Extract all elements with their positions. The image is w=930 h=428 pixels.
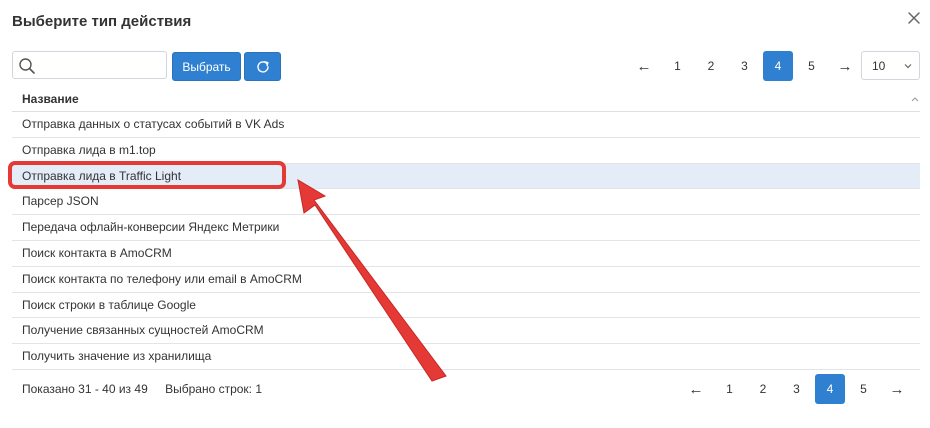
table-row[interactable]: Поиск контакта в AmoCRM [12, 241, 920, 267]
row-label: Передача офлайн-конверсии Яндекс Метрики [22, 220, 280, 235]
row-label: Отправка данных о статусах событий в VK … [22, 117, 285, 131]
row-label: Поиск контакта по телефону или email в A… [22, 271, 302, 286]
refresh-button[interactable] [244, 52, 281, 81]
table-row[interactable]: Поиск контакта по телефону или email в A… [12, 267, 920, 293]
search-field[interactable] [12, 51, 167, 79]
page-button-4[interactable]: 4 [763, 51, 793, 81]
row-label: Поиск контакта в AmoCRM [22, 245, 172, 260]
row-label: Получить значение из хранилища [22, 349, 212, 364]
page-size-select[interactable]: 10 [861, 51, 920, 80]
row-label: Поиск строки в таблице Google [22, 297, 196, 312]
table-body: Отправка данных о статусах событий в VK … [12, 112, 920, 370]
row-label: Получение связанных сущностей AmoCRM [22, 323, 264, 338]
table-row[interactable]: Парсер JSON [12, 189, 920, 216]
next-page-button[interactable]: → [882, 374, 912, 404]
page-button-2[interactable]: 2 [696, 51, 726, 81]
table-row[interactable]: Получить значение из хранилища [12, 344, 920, 370]
close-icon[interactable] [904, 8, 924, 28]
shown-count: Показано 31 - 40 из 49 [22, 382, 148, 396]
column-header-name: Название [22, 92, 79, 106]
table-row[interactable]: Передача офлайн-конверсии Яндекс Метрики [12, 215, 920, 241]
table-row[interactable]: Отправка данных о статусах событий в VK … [12, 112, 920, 138]
table-row[interactable]: Получение связанных сущностей AmoCRM [12, 318, 920, 345]
row-label: Отправка лида в Traffic Light [22, 168, 182, 183]
page-button-3[interactable]: 3 [730, 51, 760, 81]
table-header[interactable]: Название [12, 85, 920, 112]
pagination-bottom: ← 1 2 3 4 5 → [681, 374, 916, 404]
chevron-down-icon [904, 64, 912, 69]
page-button-5[interactable]: 5 [797, 51, 827, 81]
table-row[interactable]: Отправка лида в m1.top [12, 138, 920, 164]
page-button-5[interactable]: 5 [849, 374, 879, 404]
refresh-icon [256, 60, 269, 73]
search-input[interactable] [41, 55, 161, 75]
pagination-top: ← 1 2 3 4 5 → [629, 51, 864, 81]
select-button[interactable]: Выбрать [172, 52, 241, 81]
row-label: Парсер JSON [22, 194, 99, 209]
row-label: Отправка лида в m1.top [22, 142, 156, 157]
search-icon [19, 58, 35, 74]
next-page-button[interactable]: → [830, 51, 860, 81]
selected-count: Выбрано строк: 1 [165, 382, 263, 396]
page-button-2[interactable]: 2 [748, 374, 778, 404]
prev-page-button[interactable]: ← [629, 51, 659, 81]
page-size-value: 10 [872, 58, 886, 73]
prev-page-button[interactable]: ← [681, 374, 711, 404]
footer-info: Показано 31 - 40 из 49 Выбрано строк: 1 [22, 382, 262, 396]
table-row-selected[interactable]: Отправка лида в Traffic Light [12, 163, 920, 190]
sort-up-icon[interactable] [910, 95, 920, 103]
table-row[interactable]: Поиск строки в таблице Google [12, 293, 920, 319]
page-button-1[interactable]: 1 [663, 51, 693, 81]
page-button-4[interactable]: 4 [815, 374, 845, 404]
page-title: Выберите тип действия [12, 13, 192, 30]
page-button-3[interactable]: 3 [782, 374, 812, 404]
page-button-1[interactable]: 1 [715, 374, 745, 404]
